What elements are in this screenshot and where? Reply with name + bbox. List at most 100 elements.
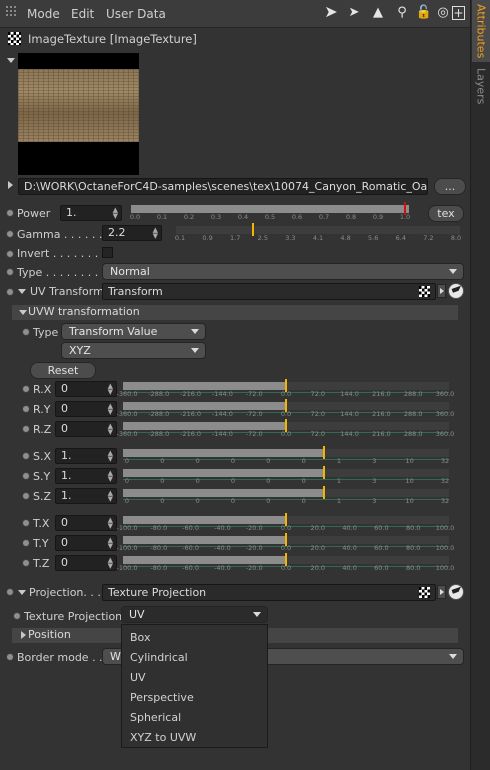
texture-projection-anim-dot[interactable] — [13, 612, 21, 620]
spinner-icon[interactable]: ▲ ▼ — [108, 423, 113, 436]
preview-collapse-icon[interactable] — [7, 58, 15, 63]
spinner-icon[interactable]: ▲ ▼ — [108, 403, 113, 416]
file-expand-icon[interactable] — [8, 181, 13, 189]
type-select[interactable]: Normal — [102, 263, 464, 280]
slider-knob[interactable] — [404, 202, 406, 215]
invert-checkbox[interactable] — [102, 247, 113, 258]
axis-input[interactable]: 0 ▲ ▼ — [55, 401, 117, 417]
new-panel-icon[interactable]: + — [452, 6, 465, 20]
dropdown-option[interactable]: XYZ to UVW — [130, 731, 196, 744]
power-slider[interactable]: 0.0 0.1 0.2 0.3 0.4 0.5 0.6 0.7 0.8 0.9 1.0 — [130, 202, 410, 227]
uv-transform-link[interactable]: Transform — [102, 283, 436, 300]
dropdown-option[interactable]: Cylindrical — [130, 651, 188, 664]
dropdown-option[interactable]: Perspective — [130, 691, 194, 704]
pick-object-icon[interactable] — [448, 584, 464, 600]
dropdown-option[interactable]: Box — [130, 631, 150, 644]
axis-slider[interactable]: 0 0 0 0 0 0 1 3 10 32 — [123, 486, 449, 511]
spinner-icon[interactable]: ▲ ▼ — [113, 207, 118, 220]
rotation-order-select[interactable]: XYZ — [61, 342, 206, 359]
pick-object-icon[interactable] — [448, 283, 464, 299]
gamma-anim-dot[interactable] — [6, 230, 14, 238]
spinner-icon[interactable]: ▲ ▼ — [108, 517, 113, 530]
spinner-icon[interactable]: ▲ ▼ — [108, 383, 113, 396]
texture-projection-select[interactable]: UV — [121, 606, 268, 623]
axis-slider[interactable]: -360.0 -288.0 -216.0 -144.0 -72.0 0.0 72.0 144.… — [117, 419, 454, 444]
gamma-input[interactable]: 2.2 ▲ ▼ — [102, 225, 162, 241]
tex-button[interactable]: tex — [428, 205, 464, 222]
forward-arrow-icon[interactable]: ▲ — [369, 5, 387, 20]
anim-dot[interactable] — [22, 452, 30, 460]
slider-knob[interactable] — [252, 223, 255, 236]
menu-edit[interactable]: Edit — [71, 7, 94, 21]
spinner-icon[interactable]: ▲ ▼ — [108, 450, 113, 463]
uvw-type-anim-dot[interactable] — [22, 328, 30, 336]
axis-slider[interactable]: 0 0 0 0 0 0 1 3 10 32 — [123, 446, 449, 471]
slider-knob[interactable] — [323, 446, 326, 459]
tab-layers[interactable]: Layers — [472, 64, 490, 108]
file-path-field[interactable]: D:\WORK\OctaneForC4D-samples\scenes\tex\… — [18, 178, 428, 195]
link-menu-arrow-icon[interactable] — [437, 284, 446, 298]
slider-knob[interactable] — [285, 513, 287, 526]
anim-dot[interactable] — [22, 519, 30, 527]
projection-collapse-icon[interactable] — [18, 590, 26, 595]
anim-dot[interactable] — [22, 539, 30, 547]
axis-input[interactable]: 0 ▲ ▼ — [55, 555, 117, 571]
border-mode-anim-dot[interactable] — [6, 653, 14, 661]
spinner-icon[interactable]: ▲ ▼ — [108, 490, 113, 503]
link-menu-arrow-icon[interactable] — [437, 585, 446, 599]
axis-input[interactable]: 1. ▲ ▼ — [55, 488, 117, 504]
axis-input[interactable]: 0 ▲ ▼ — [55, 515, 117, 531]
slider-knob[interactable] — [285, 419, 287, 432]
browse-button[interactable]: ... — [434, 178, 466, 195]
uvw-type-select[interactable]: Transform Value — [61, 323, 206, 340]
gamma-slider[interactable]: 0.1 0.9 1.7 2.5 3.3 4.1 4.8 5.6 6.4 7.2 8.0 — [175, 223, 461, 248]
anim-dot[interactable] — [22, 405, 30, 413]
slider-knob[interactable] — [285, 399, 287, 412]
lock-icon[interactable]: 🔓 — [415, 5, 433, 20]
axis-input[interactable]: 0 ▲ ▼ — [55, 535, 117, 551]
spinner-icon[interactable]: ▲ ▼ — [108, 557, 113, 570]
slider-knob[interactable] — [323, 486, 326, 499]
axis-slider[interactable]: 0 0 0 0 0 0 1 3 10 32 — [123, 466, 449, 491]
spinner-icon[interactable]: ▲ ▼ — [108, 470, 113, 483]
slider-knob[interactable] — [323, 466, 326, 479]
slider-knob[interactable] — [285, 379, 287, 392]
axis-input[interactable]: 0 ▲ ▼ — [55, 421, 117, 437]
dropdown-option[interactable]: Spherical — [130, 711, 181, 724]
tab-attributes[interactable]: Attributes — [472, 0, 490, 62]
position-expand-icon[interactable] — [21, 631, 26, 639]
axis-slider[interactable]: -100.0 -80.0 -60.0 -40.0 -20.0 0.0 20.0 40.0 60.… — [117, 553, 454, 578]
menu-mode[interactable]: Mode — [27, 7, 60, 21]
power-input[interactable]: 1. ▲ ▼ — [60, 205, 122, 221]
anim-dot[interactable] — [22, 559, 30, 567]
uv-transform-collapse-icon[interactable] — [18, 289, 26, 294]
uvw-collapse-icon[interactable] — [19, 310, 27, 315]
type-anim-dot[interactable] — [6, 268, 14, 276]
slider-knob[interactable] — [285, 533, 287, 546]
projection-anim-dot[interactable] — [6, 588, 14, 596]
axis-input[interactable]: 0 ▲ ▼ — [55, 381, 117, 397]
up-arrow-icon[interactable]: ➤ — [345, 5, 363, 20]
spinner-icon[interactable]: ▲ ▼ — [108, 537, 113, 550]
invert-anim-dot[interactable] — [6, 250, 14, 258]
spinner-icon[interactable]: ▲ ▼ — [153, 227, 158, 240]
anim-dot[interactable] — [22, 385, 30, 393]
anim-dot[interactable] — [22, 472, 30, 480]
axis-input[interactable]: 1. ▲ ▼ — [55, 468, 117, 484]
grip-handle-icon[interactable] — [6, 6, 20, 20]
axis-input[interactable]: 1. ▲ ▼ — [55, 448, 117, 464]
target-icon[interactable]: ◎ — [434, 5, 452, 20]
reset-button[interactable]: Reset — [30, 362, 96, 379]
anim-dot[interactable] — [22, 492, 30, 500]
anim-dot[interactable] — [22, 425, 30, 433]
slider-knob[interactable] — [285, 553, 287, 566]
uvw-section-header[interactable]: UVW transformation — [12, 305, 458, 320]
projection-link[interactable]: Texture Projection — [102, 584, 436, 601]
search-icon[interactable]: ⚲ — [393, 5, 411, 20]
slider-fill — [123, 422, 286, 430]
uv-transform-anim-dot[interactable] — [6, 288, 14, 296]
back-arrow-icon[interactable]: ➤ — [322, 2, 340, 21]
menu-user-data[interactable]: User Data — [106, 7, 166, 21]
power-anim-dot[interactable] — [6, 209, 14, 217]
dropdown-option[interactable]: UV — [130, 671, 146, 684]
